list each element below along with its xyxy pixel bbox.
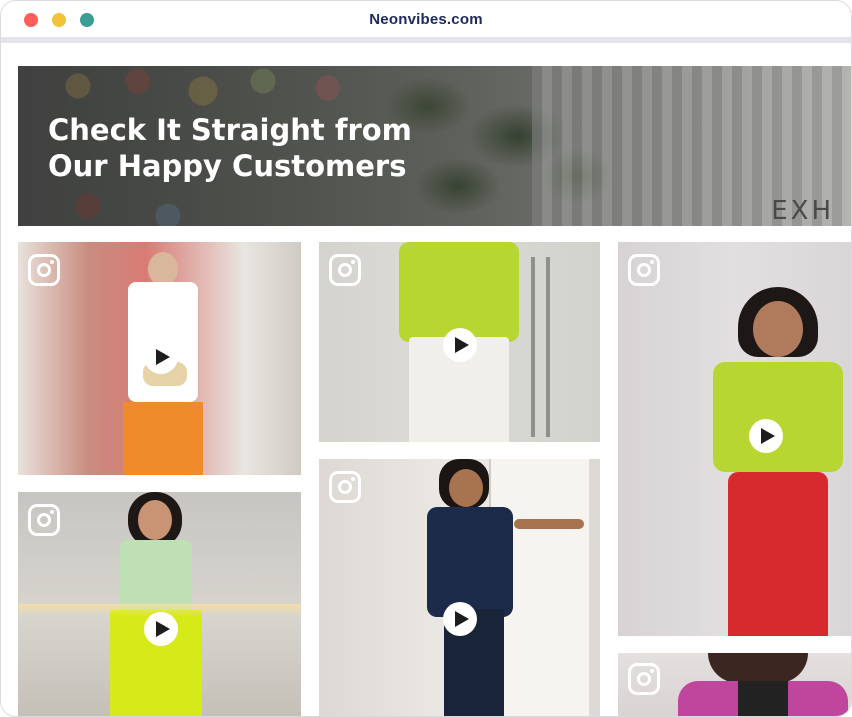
customer-video-tile-2[interactable] — [319, 242, 600, 442]
customer-video-tile-4[interactable] — [18, 492, 301, 716]
customer-video-tile-1[interactable] — [18, 242, 301, 475]
instagram-icon[interactable] — [329, 471, 361, 503]
instagram-icon[interactable] — [628, 254, 660, 286]
door-handle — [531, 257, 535, 437]
play-icon[interactable] — [443, 328, 477, 362]
page-content: EXH Check It Straight from Our Happy Cus… — [1, 49, 851, 716]
play-icon[interactable] — [749, 419, 783, 453]
address-bar-url[interactable]: Neonvibes.com — [1, 11, 851, 28]
hero-title-line-2: Our Happy Customers — [48, 149, 407, 183]
instagram-icon[interactable] — [28, 254, 60, 286]
instagram-icon[interactable] — [329, 254, 361, 286]
customer-video-tile-3[interactable] — [618, 242, 851, 636]
play-icon[interactable] — [144, 340, 178, 374]
play-icon[interactable] — [144, 612, 178, 646]
photo-figure — [708, 287, 848, 636]
instagram-icon[interactable] — [628, 663, 660, 695]
photo-figure — [419, 459, 529, 716]
hero-title-line-1: Check It Straight from — [48, 113, 412, 147]
hero-banner: EXH Check It Straight from Our Happy Cus… — [18, 66, 851, 226]
photo-figure — [668, 653, 848, 716]
hero-title: Check It Straight from Our Happy Custome… — [48, 112, 428, 184]
title-bar: Neonvibes.com — [1, 1, 851, 43]
customer-video-tile-5[interactable] — [319, 459, 600, 716]
instagram-icon[interactable] — [28, 504, 60, 536]
door-handle — [546, 257, 550, 437]
customer-video-tile-6[interactable] — [618, 653, 851, 716]
hero-background-sign: EXH — [771, 196, 834, 226]
browser-window: Neonvibes.com EXH Check It Straight from… — [0, 0, 852, 717]
arm — [514, 519, 584, 529]
play-icon[interactable] — [443, 602, 477, 636]
